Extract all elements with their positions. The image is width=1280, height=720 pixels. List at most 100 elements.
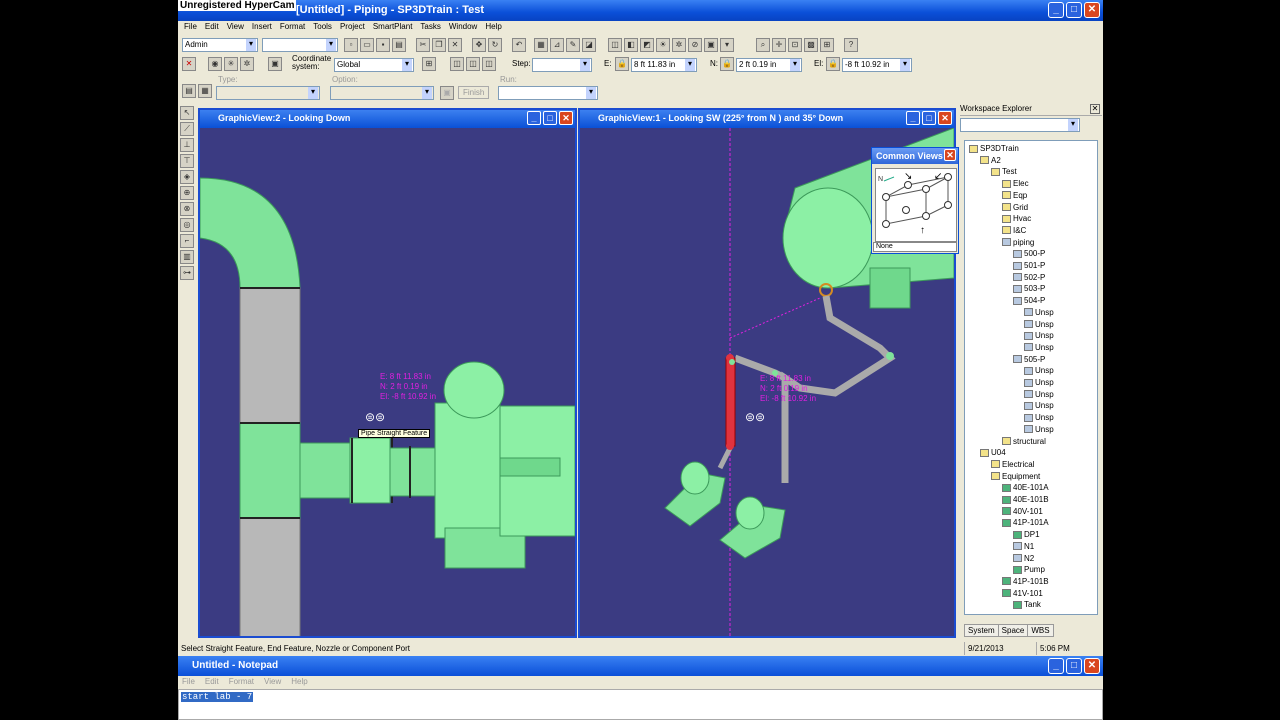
coordinate-system-combo[interactable]: Global xyxy=(334,58,414,72)
properties-icon[interactable]: ▾ xyxy=(720,38,734,52)
zoom-icon[interactable]: ⌕ xyxy=(756,38,770,52)
tree-node[interactable]: piping xyxy=(1002,237,1034,248)
insert-split-icon[interactable]: ⊗ xyxy=(180,202,194,216)
tree-node[interactable]: Unsp xyxy=(1024,377,1054,388)
menu-tasks[interactable]: Tasks xyxy=(417,21,445,35)
move-icon[interactable]: ✥ xyxy=(472,38,486,52)
tree-node[interactable]: 502-P xyxy=(1013,272,1045,283)
app-title-bar[interactable]: [Untitled] - Piping - SP3DTrain : Test U… xyxy=(178,0,1103,21)
insert-tap-icon[interactable]: ⊕ xyxy=(180,186,194,200)
light-icon[interactable]: ☀ xyxy=(656,38,670,52)
pick-icon[interactable]: ✲ xyxy=(240,57,254,71)
n-coordinate-combo[interactable]: 2 ft 0.19 in xyxy=(736,58,802,72)
tree-node[interactable]: U04 xyxy=(980,447,1006,458)
option-props-icon[interactable]: ▣ xyxy=(440,86,454,100)
new-icon[interactable]: ▫ xyxy=(344,38,358,52)
tree-node[interactable]: Hvac xyxy=(1002,213,1031,224)
menu-tools[interactable]: Tools xyxy=(310,21,337,35)
e-coordinate-combo[interactable]: 8 ft 11.83 in xyxy=(631,58,697,72)
show-icon[interactable]: ▣ xyxy=(704,38,718,52)
e-lock-icon[interactable]: 🔒 xyxy=(615,57,629,71)
tree-node[interactable]: Electrical xyxy=(991,459,1034,470)
option-combo[interactable] xyxy=(330,86,434,100)
insert-feature-icon[interactable]: ▥ xyxy=(180,250,194,264)
common-views-panel[interactable]: Common Views ✕ N ↘ ↙ ↑ None xyxy=(871,147,959,254)
rotate-icon[interactable]: ↻ xyxy=(488,38,502,52)
el-coordinate-combo[interactable]: -8 ft 10.92 in xyxy=(842,58,912,72)
measure-icon[interactable]: ⊿ xyxy=(550,38,564,52)
view1-minimize-button[interactable]: _ xyxy=(906,111,920,125)
notepad-menu-format[interactable]: Format xyxy=(229,677,254,689)
tree-node[interactable]: Unsp xyxy=(1024,342,1054,353)
common-views-cube[interactable]: N ↘ ↙ ↑ xyxy=(875,168,957,242)
select-icon[interactable]: ▦ xyxy=(534,38,548,52)
menu-smartplant[interactable]: SmartPlant xyxy=(370,21,418,35)
view-arrow-up-icon[interactable]: ↑ xyxy=(920,225,925,236)
plane3-icon[interactable]: ◫ xyxy=(482,57,496,71)
menu-file[interactable]: File xyxy=(181,21,202,35)
menu-help[interactable]: Help xyxy=(482,21,506,35)
tree-node[interactable]: 41V-101 xyxy=(1002,588,1043,599)
view-arrow2-icon[interactable]: ↙ xyxy=(934,171,942,182)
workspace-tree[interactable]: SP3DTrain A2 Test Elec Eqp Grid Hvac I&C piping 5… xyxy=(964,140,1098,615)
tree-node[interactable]: A2 xyxy=(980,155,1001,166)
tree-node[interactable]: I&C xyxy=(1002,225,1026,236)
help-icon[interactable]: ? xyxy=(844,38,858,52)
view1-maximize-button[interactable]: □ xyxy=(922,111,936,125)
tree-node[interactable]: Unsp xyxy=(1024,389,1054,400)
workspace-close-icon[interactable]: ✕ xyxy=(1090,104,1100,114)
cut-icon[interactable]: ✂ xyxy=(416,38,430,52)
tree-node[interactable]: Elec xyxy=(1002,178,1029,189)
tree-node[interactable]: 40V-101 xyxy=(1002,506,1043,517)
settings-icon[interactable]: ▤ xyxy=(182,84,196,98)
print-icon[interactable]: ▤ xyxy=(392,38,406,52)
undo-icon[interactable]: ↶ xyxy=(512,38,526,52)
tree-node[interactable]: Grid xyxy=(1002,202,1028,213)
tree-node[interactable]: 40E-101A xyxy=(1002,482,1049,493)
tree-node[interactable]: Unsp xyxy=(1024,319,1054,330)
view2-minimize-button[interactable]: _ xyxy=(527,111,541,125)
tree-node[interactable]: 41P-101A xyxy=(1002,517,1049,528)
tree-node[interactable]: 500-P xyxy=(1013,248,1045,259)
graphic-view-2[interactable]: GraphicView:2 - Looking Down _ □ ✕ E: 8 … xyxy=(198,108,577,638)
tree-node[interactable]: Unsp xyxy=(1024,412,1054,423)
explode-icon[interactable]: ✲ xyxy=(672,38,686,52)
el-lock-icon[interactable]: 🔒 xyxy=(826,57,840,71)
tree-node[interactable]: 501-P xyxy=(1013,260,1045,271)
common-views-titlebar[interactable]: Common Views ✕ xyxy=(872,148,958,164)
fit-icon[interactable]: ⊡ xyxy=(788,38,802,52)
route-spool-icon[interactable]: ⌐ xyxy=(180,234,194,248)
menu-edit[interactable]: Edit xyxy=(202,21,224,35)
select-item-icon[interactable]: ◉ xyxy=(208,57,222,71)
common-views-icon[interactable]: ⊞ xyxy=(820,38,834,52)
notepad-menu-help[interactable]: Help xyxy=(291,677,307,689)
view-icon[interactable]: ◫ xyxy=(608,38,622,52)
tree-node[interactable]: Eqp xyxy=(1002,190,1027,201)
tree-node[interactable]: N2 xyxy=(1013,553,1034,564)
cancel-icon[interactable]: ✕ xyxy=(182,57,196,71)
insert-instrument-icon[interactable]: ◈ xyxy=(180,170,194,184)
view2-close-button[interactable]: ✕ xyxy=(559,111,573,125)
tab-space[interactable]: Space xyxy=(997,624,1029,637)
finish-button[interactable]: Finish xyxy=(458,86,490,99)
tree-node[interactable]: Equipment xyxy=(991,471,1040,482)
graphic-view-2-titlebar[interactable]: GraphicView:2 - Looking Down _ □ ✕ xyxy=(200,110,575,128)
tree-node[interactable]: Unsp xyxy=(1024,424,1054,435)
tree-node[interactable]: Unsp xyxy=(1024,400,1054,411)
view1-close-button[interactable]: ✕ xyxy=(938,111,952,125)
tree-node[interactable]: Tank xyxy=(1013,599,1041,610)
menu-project[interactable]: Project xyxy=(337,21,370,35)
tree-node[interactable]: 505-P xyxy=(1013,354,1045,365)
delete-icon[interactable]: ✕ xyxy=(448,38,462,52)
type-combo[interactable] xyxy=(216,86,320,100)
paint-icon[interactable]: ◪ xyxy=(582,38,596,52)
tree-node[interactable]: 504-P xyxy=(1013,295,1045,306)
open-icon[interactable]: ▭ xyxy=(360,38,374,52)
insert-support-icon[interactable]: ◎ xyxy=(180,218,194,232)
edit-icon[interactable]: ✎ xyxy=(566,38,580,52)
tree-node[interactable]: 503-P xyxy=(1013,283,1045,294)
zoom-area-icon[interactable]: ▩ xyxy=(804,38,818,52)
tree-node[interactable]: 41P-101B xyxy=(1002,576,1049,587)
menu-view[interactable]: View xyxy=(224,21,249,35)
tree-node[interactable]: Unsp xyxy=(1024,365,1054,376)
